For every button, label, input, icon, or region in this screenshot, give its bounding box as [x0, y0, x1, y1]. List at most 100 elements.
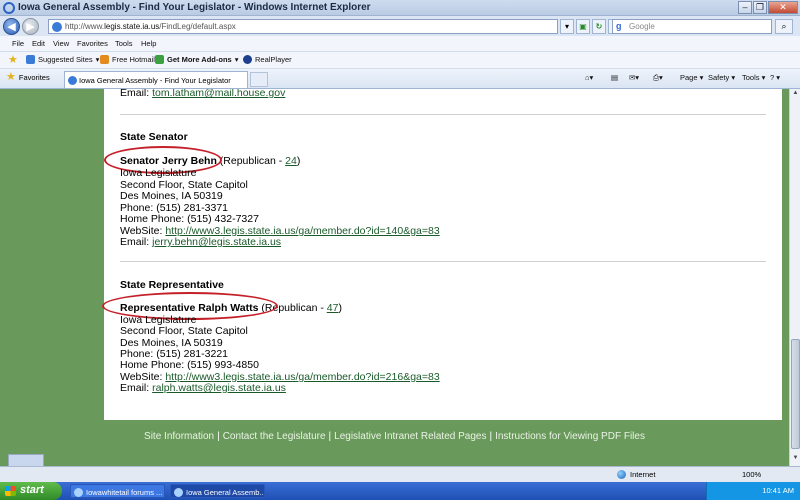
restore-button[interactable]: ❐	[753, 1, 767, 14]
tools-menu[interactable]: Tools ▾	[742, 73, 765, 82]
print-icon[interactable]: ⎙▾	[653, 73, 663, 83]
new-tab-button[interactable]	[250, 72, 268, 87]
address-row: ◀ ▶ http://www.legis.state.ia.us/FindLeg…	[0, 16, 800, 36]
menu-file[interactable]: File	[12, 39, 24, 48]
url-path: /FindLeg/default.aspx	[159, 22, 236, 31]
links-bar: ★ Suggested Sites ▾ Free Hotmail Get More…	[0, 52, 800, 69]
footer-pdf-instructions-link[interactable]: Instructions for Viewing PDF Files	[495, 431, 645, 442]
taskbar-item-forums[interactable]: Iowawhitetail forums ...	[70, 484, 165, 498]
minimize-button[interactable]: –	[738, 1, 752, 14]
forward-button[interactable]: ▶	[22, 18, 39, 35]
vertical-scrollbar[interactable]: ▲ ▼	[789, 89, 800, 466]
senator-party: (Republican -	[219, 155, 286, 167]
search-input[interactable]: g Google	[612, 19, 772, 34]
zone-label: Internet	[630, 470, 656, 479]
window-controls: – ❐ ✕	[738, 1, 798, 14]
window-title: Iowa General Assembly - Find Your Legisl…	[18, 2, 371, 13]
footer-contact-link[interactable]: Contact the Legislature	[223, 431, 326, 442]
representative-district-link[interactable]: 47	[327, 302, 339, 314]
link-get-addons[interactable]: Get More Add-ons ▾	[155, 55, 239, 64]
taskbar-item-label: Iowawhitetail forums ...	[86, 488, 163, 497]
tab-page-icon	[68, 76, 77, 85]
search-icon[interactable]: ⌕	[775, 19, 793, 34]
senator-section-heading: State Senator	[120, 131, 188, 143]
tab-title: Iowa General Assembly - Find Your Legisl…	[79, 76, 231, 85]
favorites-add-icon[interactable]: ★	[8, 55, 18, 66]
hotmail-icon	[100, 55, 109, 64]
prev-email-label: Email:	[120, 89, 150, 99]
senator-email-label: Email:	[120, 236, 150, 248]
link-hotmail-label: Free Hotmail	[112, 55, 155, 64]
representative-section-heading: State Representative	[120, 279, 224, 291]
google-icon: g	[616, 21, 622, 31]
page-footer: Site Information | Contact the Legislature…	[0, 431, 789, 442]
url-prefix: http://www.	[65, 22, 105, 31]
senator-party-close: )	[296, 155, 301, 167]
divider	[120, 114, 766, 115]
address-bar[interactable]: http://www.legis.state.ia.us/FindLeg/def…	[48, 19, 558, 34]
feeds-icon[interactable]: ▤	[611, 73, 618, 82]
representative-email-line: Email: ralph.watts@legis.state.ia.us	[120, 382, 286, 394]
senator-home-phone: Home Phone: (515) 432-7327	[120, 213, 259, 225]
title-bar: Iowa General Assembly - Find Your Legisl…	[0, 0, 800, 16]
representative-home-phone: Home Phone: (515) 993-4850	[120, 359, 259, 371]
senator-email-link[interactable]: jerry.behn@legis.state.ia.us	[152, 236, 281, 248]
windows-flag-icon	[5, 486, 16, 496]
link-realplayer[interactable]: RealPlayer	[243, 55, 292, 64]
tab-active[interactable]: Iowa General Assembly - Find Your Legisl…	[64, 71, 248, 88]
senator-district-link[interactable]: 24	[285, 155, 297, 167]
clock: 10:41 AM	[762, 486, 794, 495]
addons-icon	[155, 55, 164, 64]
page-viewport: Email: tom.latham@mail.house.gov State S…	[0, 89, 789, 466]
link-free-hotmail[interactable]: Free Hotmail	[100, 55, 155, 64]
safety-menu-label: Safety	[708, 73, 730, 82]
representative-email-label: Email:	[120, 382, 150, 394]
link-addons-label: Get More Add-ons	[167, 55, 232, 64]
close-button[interactable]: ✕	[768, 1, 798, 14]
scroll-thumb[interactable]	[791, 339, 800, 449]
url-host: legis.state.ia.us	[104, 22, 160, 31]
refresh-icon[interactable]: ↻	[592, 19, 606, 34]
start-button[interactable]: start	[0, 482, 62, 500]
zoom-level[interactable]: 100%	[742, 470, 761, 479]
representative-party-close: )	[338, 302, 342, 314]
prev-email-line: Email: tom.latham@mail.house.gov	[120, 89, 285, 99]
help-menu-label: ?	[770, 73, 775, 82]
senator-email-line: Email: jerry.behn@legis.state.ia.us	[120, 236, 281, 248]
menu-edit[interactable]: Edit	[32, 39, 45, 48]
page-icon	[52, 22, 62, 32]
page-menu[interactable]: Page ▾	[680, 73, 703, 82]
favorites-button[interactable]: ★ Favorites	[6, 71, 50, 83]
link-suggested-sites[interactable]: Suggested Sites ▾	[26, 55, 99, 64]
menu-view[interactable]: View	[53, 39, 69, 48]
representative-email-link[interactable]: ralph.watts@legis.state.ia.us	[152, 382, 286, 394]
senator-org: Iowa Legislature	[120, 167, 197, 179]
home-icon[interactable]: ⌂▾	[585, 73, 593, 82]
start-label: start	[20, 484, 44, 496]
safety-menu[interactable]: Safety ▾	[708, 73, 735, 82]
menu-tools[interactable]: Tools	[115, 39, 133, 48]
favorites-label: Favorites	[18, 72, 50, 82]
taskbar: start Iowawhitetail forums ... Iowa Gene…	[0, 482, 800, 500]
footer-separator: |	[217, 431, 220, 442]
tools-menu-label: Tools	[742, 73, 760, 82]
realplayer-icon	[243, 55, 252, 64]
footer-separator: |	[328, 431, 332, 442]
footer-intranet-link[interactable]: Legislative Intranet Related Pages	[334, 431, 486, 442]
menu-help[interactable]: Help	[141, 39, 156, 48]
taskbar-item-assembly[interactable]: Iowa General Assemb...	[170, 484, 265, 498]
scroll-up-icon[interactable]: ▲	[791, 90, 800, 100]
page-menu-label: Page	[680, 73, 698, 82]
system-tray: 10:41 AM	[706, 482, 800, 500]
footer-site-information-link[interactable]: Site Information	[144, 431, 214, 442]
prev-email-link[interactable]: tom.latham@mail.house.gov	[152, 89, 285, 99]
menu-favorites[interactable]: Favorites	[77, 39, 108, 48]
favorites-star-icon: ★	[6, 71, 16, 83]
mail-icon[interactable]: ✉▾	[629, 73, 639, 82]
back-button[interactable]: ◀	[3, 18, 20, 35]
tabs-bar: ★ Favorites Iowa General Assembly - Find…	[0, 69, 800, 89]
help-menu[interactable]: ? ▾	[770, 73, 780, 82]
address-dropdown-button[interactable]: ▾	[560, 19, 574, 34]
scroll-down-icon[interactable]: ▼	[791, 455, 800, 465]
compatibility-icon[interactable]: ▣	[576, 19, 590, 34]
